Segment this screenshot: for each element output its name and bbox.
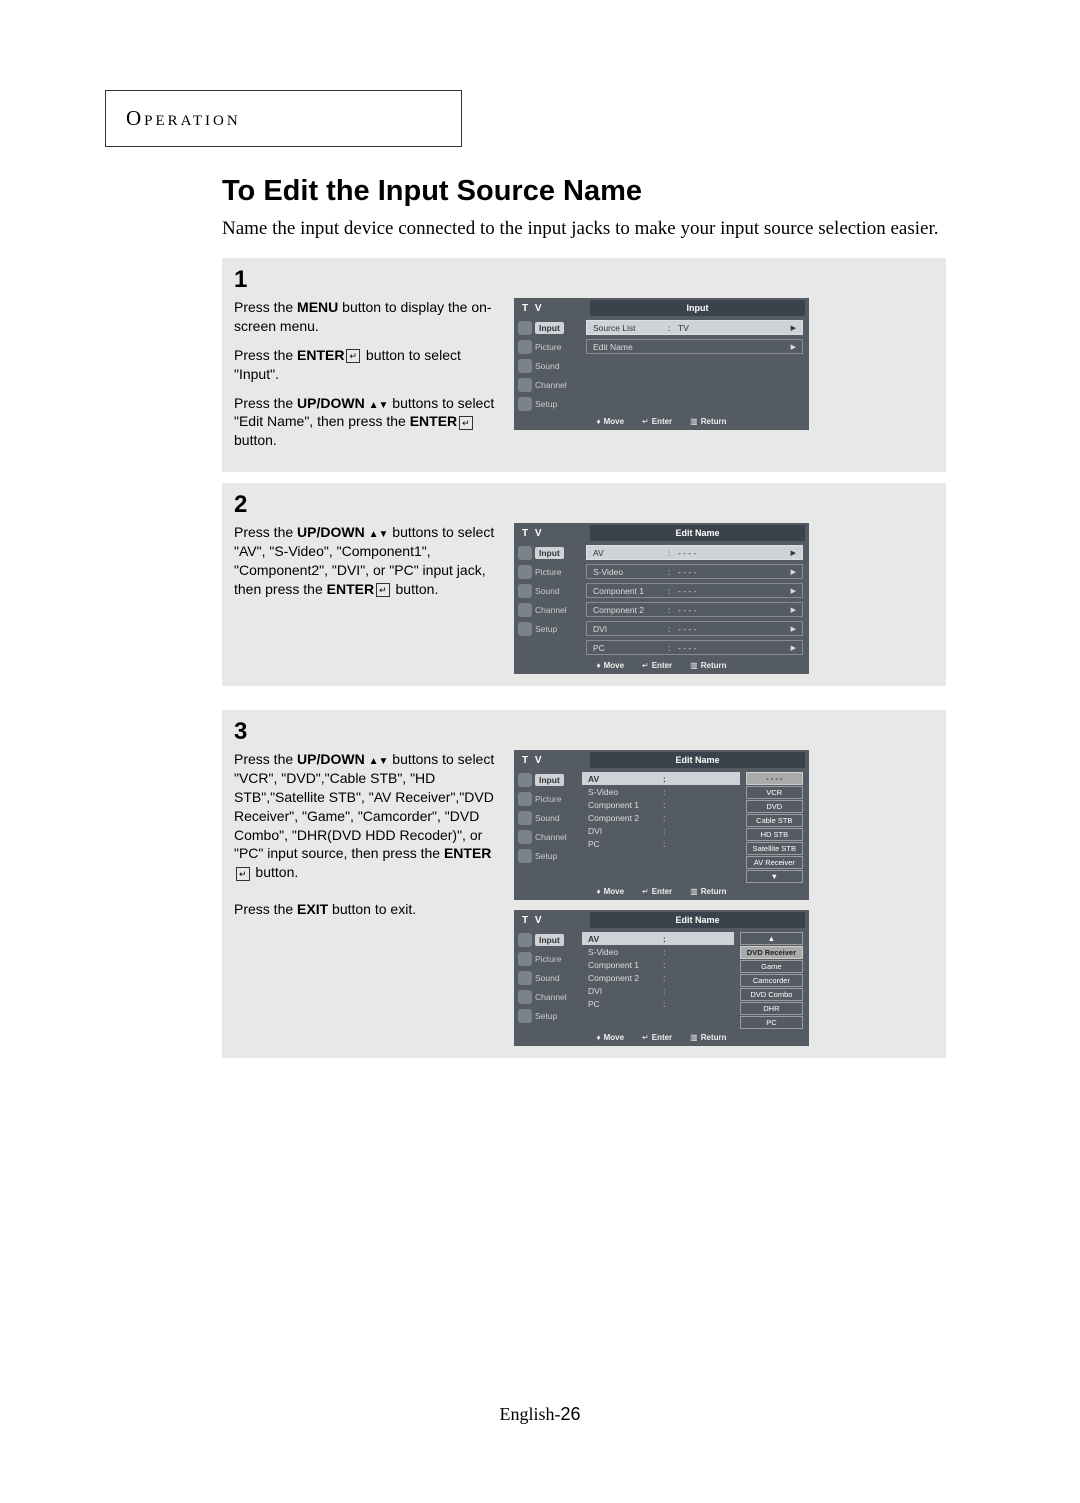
channel-icon: [518, 830, 532, 844]
setup-icon: [518, 397, 532, 411]
enter-icon: [234, 864, 252, 880]
step-1-text: Press the MENU button to display the on-…: [234, 298, 504, 460]
picture-icon: [518, 565, 532, 579]
sound-icon: [518, 584, 532, 598]
sound-icon: [518, 359, 532, 373]
osd-screen-2: T VEdit Name Input AV:- - - -▶ Picture S…: [514, 523, 809, 674]
section-header-box: Operation: [105, 90, 462, 147]
option-list: ▲ DVD Receiver Game Camcorder DVD Combo …: [740, 932, 803, 1029]
osd-footer: MoveEnterReturn: [514, 413, 809, 428]
enter-icon: [374, 581, 392, 597]
updown-icon: [369, 395, 389, 411]
updown-icon: [369, 524, 389, 540]
setup-icon: [518, 622, 532, 636]
setup-icon: [518, 849, 532, 863]
enter-icon: [457, 413, 475, 429]
input-icon: [518, 773, 532, 787]
sound-icon: [518, 811, 532, 825]
picture-icon: [518, 792, 532, 806]
sidebar-item: Channel: [514, 378, 586, 392]
step-1: 1 Press the MENU button to display the o…: [222, 258, 946, 472]
step-number: 2: [234, 491, 934, 519]
osd-footer: MoveEnterReturn: [514, 1029, 809, 1044]
sidebar-item: Picture: [514, 340, 586, 354]
input-icon: [518, 546, 532, 560]
channel-icon: [518, 603, 532, 617]
sidebar-item: Input: [514, 321, 586, 335]
step-number: 1: [234, 266, 934, 294]
channel-icon: [518, 990, 532, 1004]
setup-icon: [518, 1009, 532, 1023]
option-list: - - - - VCR DVD Cable STB HD STB Satelli…: [746, 772, 803, 883]
page-footer: English-26: [0, 1404, 1080, 1425]
page-title: To Edit the Input Source Name: [222, 175, 642, 208]
channel-icon: [518, 378, 532, 392]
osd-screen-1: T VInput Input Source List:TV▶ Picture E…: [514, 298, 809, 430]
osd-footer: MoveEnterReturn: [514, 883, 809, 898]
input-icon: [518, 933, 532, 947]
sidebar-item: Sound: [514, 359, 586, 373]
step-3: 3 Press the UP/DOWN buttons to select "V…: [222, 710, 946, 1058]
step-2: 2 Press the UP/DOWN buttons to select "A…: [222, 483, 946, 686]
input-icon: [518, 321, 532, 335]
section-label: Operation: [126, 106, 241, 131]
picture-icon: [518, 340, 532, 354]
osd-screen-3b: T VEdit Name Input Picture Sound Channel…: [514, 910, 809, 1046]
enter-icon: [344, 347, 362, 363]
updown-icon: [369, 751, 389, 767]
osd-screen-3a: T VEdit Name Input Picture Sound Channel…: [514, 750, 809, 900]
sound-icon: [518, 971, 532, 985]
osd-footer: MoveEnterReturn: [514, 657, 809, 672]
page-intro: Name the input device connected to the i…: [222, 218, 942, 240]
step-number: 3: [234, 718, 934, 746]
step-3-text: Press the UP/DOWN buttons to select "VCR…: [234, 750, 504, 929]
picture-icon: [518, 952, 532, 966]
step-2-text: Press the UP/DOWN buttons to select "AV"…: [234, 523, 504, 609]
sidebar-item: Setup: [514, 397, 586, 411]
